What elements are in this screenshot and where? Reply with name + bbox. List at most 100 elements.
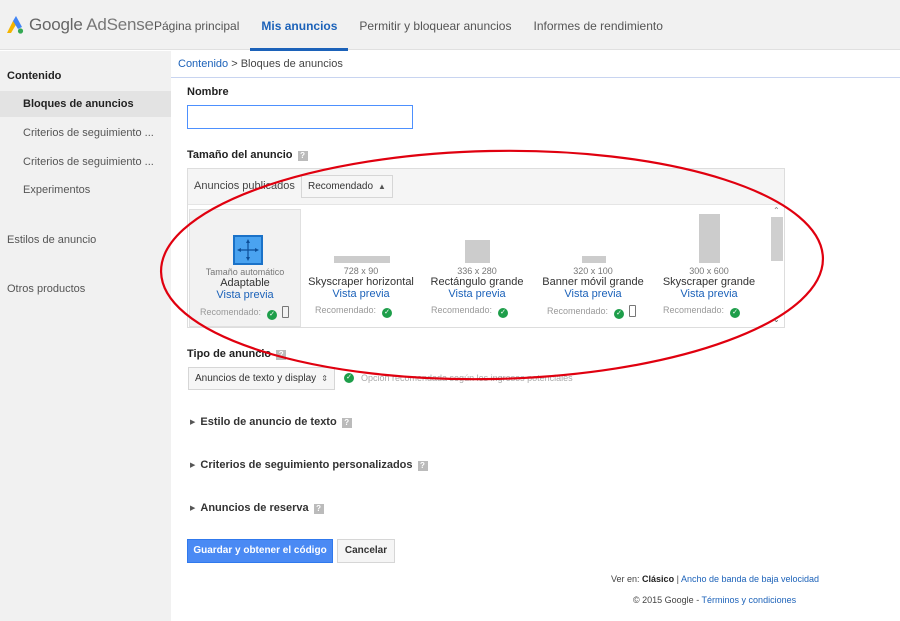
help-icon[interactable]: ? xyxy=(297,151,308,161)
expand-arrow-icon: ▶ xyxy=(190,505,196,512)
sidebar-heading[interactable]: Contenido xyxy=(7,70,61,82)
section-title: Anuncios de reserva xyxy=(200,502,309,514)
sidebar-other-products[interactable]: Otros productos xyxy=(7,283,85,295)
recommended-label: Recomendado: xyxy=(663,305,725,315)
ad-type-select[interactable]: Anuncios de texto y display ⇕ xyxy=(188,367,335,390)
check-icon: ✓ xyxy=(498,308,509,318)
ad-size-card-320x100[interactable]: 320 x 100 Banner móvil grande Vista prev… xyxy=(537,209,649,327)
breadcrumb: Contenido > Bloques de anuncios xyxy=(178,58,343,70)
expand-arrow-icon: ▶ xyxy=(190,462,196,469)
sidebar-ad-styles[interactable]: Estilos de anuncio xyxy=(7,234,96,246)
expand-arrow-icon: ▶ xyxy=(190,419,196,426)
scroll-thumb[interactable] xyxy=(771,217,783,261)
nav-my-ads[interactable]: Mis anuncios xyxy=(250,0,349,51)
ad-size-shape xyxy=(334,256,390,263)
terms-link[interactable]: Términos y condiciones xyxy=(702,595,797,605)
footer-view-label: Ver en: xyxy=(611,574,640,584)
ad-type-hint: Opción recomendada según los ingresos po… xyxy=(361,373,573,383)
help-icon[interactable]: ? xyxy=(341,418,352,428)
select-arrows-icon: ⇕ xyxy=(321,374,328,383)
footer-dash: - xyxy=(696,595,700,605)
nav-home[interactable]: Página principal xyxy=(143,0,250,50)
sidebar-item-channels-2[interactable]: Criterios de seguimiento ... xyxy=(0,149,171,175)
published-ads-label: Anuncios publicados xyxy=(194,180,295,192)
ad-size-label: Tamaño del anuncio? xyxy=(187,149,308,161)
ad-size-recommended: Recomendado: ✓ xyxy=(200,306,290,320)
ad-size-card-responsive[interactable]: Tamaño automático Adaptable Vista previa… xyxy=(189,209,301,327)
footer-separator: | xyxy=(676,574,679,584)
ad-size-name: Skyscraper grande xyxy=(662,276,756,288)
ad-size-name: Banner móvil grande xyxy=(542,276,644,288)
section-backup-ads[interactable]: ▶ Anuncios de reserva? xyxy=(190,502,324,514)
ad-size-recommended: Recomendado: ✓ xyxy=(663,305,741,318)
footer-view-options: Ver en: Clásico | Ancho de banda de baja… xyxy=(611,574,819,584)
ad-size-card-336x280[interactable]: 336 x 280 Rectángulo grande Vista previa… xyxy=(421,209,533,327)
breadcrumb-current: Bloques de anuncios xyxy=(240,58,343,70)
published-ads-select[interactable]: Recomendado ▲︎ xyxy=(301,175,393,198)
sidebar-item-channels-1[interactable]: Criterios de seguimiento ... xyxy=(0,120,171,146)
ad-size-card-300x600[interactable]: 300 x 600 Skyscraper grande Vista previa… xyxy=(653,209,765,327)
check-icon: ✓ xyxy=(382,308,393,318)
recommended-label: Recomendado: xyxy=(315,305,377,315)
ad-type-label-text: Tipo de anuncio xyxy=(187,348,272,360)
ad-size-dim: 336 x 280 xyxy=(457,266,497,276)
ad-type-select-value: Anuncios de texto y display xyxy=(195,373,317,384)
ad-size-preview-link[interactable]: Vista previa xyxy=(305,288,417,300)
published-ads-select-value: Recomendado xyxy=(308,181,374,192)
ad-size-shape xyxy=(699,214,720,263)
ad-size-toolbar: Anuncios publicados Recomendado ▲︎ xyxy=(188,169,784,205)
adsense-logo[interactable]: Google AdSense xyxy=(5,13,154,37)
check-icon: ✓ xyxy=(267,310,278,320)
nav-reports[interactable]: Informes de rendimiento xyxy=(522,0,673,50)
sidebar-item-experiments[interactable]: Experimentos xyxy=(0,177,171,203)
section-custom-channels[interactable]: ▶ Criterios de seguimiento personalizados… xyxy=(190,459,428,471)
ad-size-recommended: Recomendado: ✓ xyxy=(547,305,637,319)
ad-size-dim: 300 x 600 xyxy=(689,266,729,276)
breadcrumb-separator: > xyxy=(228,58,241,70)
ad-size-recommended: Recomendado: ✓ xyxy=(431,305,509,318)
name-input[interactable] xyxy=(187,105,413,129)
ad-size-name: Adaptable xyxy=(220,277,270,289)
top-bar: Google AdSense Página principal Mis anun… xyxy=(0,0,900,51)
ad-size-dim: 728 x 90 xyxy=(343,266,379,276)
sidebar: Contenido Bloques de anuncios Criterios … xyxy=(0,51,171,621)
save-button[interactable]: Guardar y obtener el código xyxy=(187,539,333,563)
section-text-ad-style[interactable]: ▶ Estilo de anuncio de texto? xyxy=(190,416,352,428)
adsense-logo-icon xyxy=(5,15,25,35)
help-icon[interactable]: ? xyxy=(276,350,287,360)
recommended-label: Recomendado: xyxy=(431,305,493,315)
ad-size-recommended: Recomendado: ✓ xyxy=(315,305,393,318)
ad-size-preview-link[interactable]: Vista previa xyxy=(421,288,533,300)
ad-size-shape xyxy=(582,256,606,263)
ad-size-selector: Anuncios publicados Recomendado ▲︎ Tamaño… xyxy=(187,168,785,328)
ad-size-preview-link[interactable]: Vista previa xyxy=(537,288,649,300)
check-icon: ✓ xyxy=(730,308,741,318)
section-title: Criterios de seguimiento personalizados xyxy=(200,459,413,471)
ad-size-card-728x90[interactable]: 728 x 90 Skyscraper horizontal Vista pre… xyxy=(305,209,417,327)
breadcrumb-link-content[interactable]: Contenido xyxy=(178,58,228,70)
ad-type-label: Tipo de anuncio? xyxy=(187,348,287,360)
ad-size-preview-link[interactable]: Vista previa xyxy=(190,289,300,301)
logo-google: Google xyxy=(29,15,83,34)
nav-allow-block[interactable]: Permitir y bloquear anuncios xyxy=(348,0,522,50)
name-label: Nombre xyxy=(187,86,229,98)
ad-size-name: Rectángulo grande xyxy=(430,276,524,288)
cancel-button[interactable]: Cancelar xyxy=(337,539,395,563)
check-icon: ✓ xyxy=(614,309,625,319)
help-icon[interactable]: ? xyxy=(417,461,428,471)
ad-size-name: Skyscraper horizontal xyxy=(308,276,414,288)
scroll-down-icon[interactable]: ⌄ xyxy=(773,315,780,324)
ad-size-preview-link[interactable]: Vista previa xyxy=(653,288,765,300)
scroll-up-icon[interactable]: ⌃ xyxy=(773,206,780,215)
recommended-label: Recomendado: xyxy=(547,306,609,316)
copyright-text: © 2015 Google xyxy=(633,595,694,605)
section-title: Estilo de anuncio de texto xyxy=(200,416,337,428)
ad-size-scrollbar[interactable]: ⌃ ⌄ xyxy=(770,206,784,327)
responsive-ad-icon xyxy=(233,235,263,265)
footer-low-bandwidth-link[interactable]: Ancho de banda de baja velocidad xyxy=(681,574,819,584)
ad-size-dim: 320 x 100 xyxy=(573,266,613,276)
ad-size-label-text: Tamaño del anuncio xyxy=(187,149,293,161)
help-icon[interactable]: ? xyxy=(313,504,324,514)
sidebar-item-ad-units[interactable]: Bloques de anuncios xyxy=(0,91,171,117)
main-nav: Página principal Mis anuncios Permitir y… xyxy=(143,0,674,51)
